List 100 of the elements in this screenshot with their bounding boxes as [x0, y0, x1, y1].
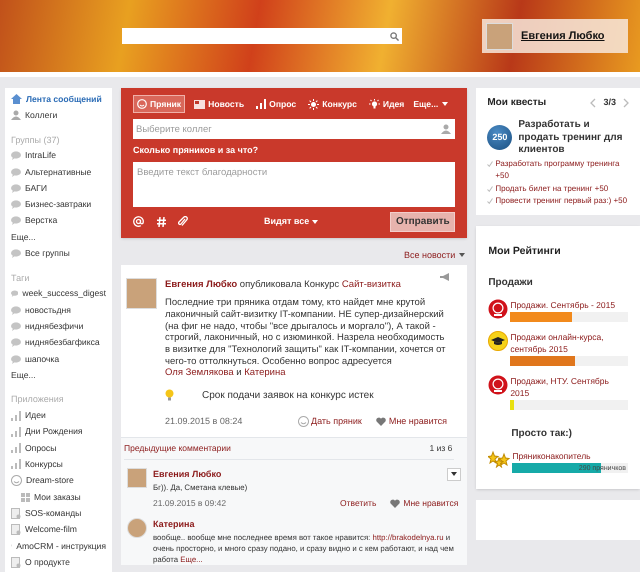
search-field[interactable] [122, 28, 402, 44]
caret-icon [312, 220, 318, 224]
give-gingerbread-button[interactable]: Дать пряник [298, 415, 362, 429]
sidebar-item[interactable]: week_success_digest [11, 286, 106, 302]
lightbulb-icon [165, 389, 174, 402]
smiley-icon [137, 99, 147, 109]
sidebar-item[interactable]: Все группы [11, 245, 106, 262]
sidebar-item[interactable]: Еще... [11, 229, 106, 246]
sidebar-item[interactable]: Welcome-film [11, 522, 106, 538]
sidebar-item[interactable]: Верстка [11, 212, 106, 230]
composer-tab[interactable]: Опрос [253, 95, 300, 113]
speech-bubble-icon [11, 322, 21, 331]
rating-name: Пряниконакопитель [512, 450, 592, 462]
speech-bubble-icon [11, 338, 21, 348]
composer-tab[interactable]: Идея [366, 95, 408, 113]
bar-chart-icon [11, 410, 21, 421]
sidebar-item[interactable]: БАГИ [11, 180, 106, 196]
heart-icon [376, 417, 386, 426]
sidebar-item[interactable]: ниднябезбагфикса [11, 334, 106, 351]
comment-menu-button[interactable] [447, 468, 462, 481]
quest-title: Разработать и продать тренинг для клиентов [518, 119, 624, 156]
speech-bubble-icon [11, 151, 21, 160]
section-heading: Группы (37) [11, 134, 60, 146]
group-heading: Продажи [488, 276, 534, 290]
comment-counter: 1 из 6 [430, 442, 452, 455]
speech-bubble-icon [11, 249, 21, 258]
speech-bubble-icon [11, 216, 21, 226]
sidebar-item[interactable]: О продукте [11, 554, 106, 570]
lightbulb-icon [368, 98, 380, 110]
heart-icon [390, 499, 400, 508]
link[interactable]: Оля Землякова [165, 367, 234, 378]
sidebar-item[interactable]: Идеи [11, 407, 106, 424]
rating-name: Продажи, НТУ. Сентябрь 2015 [510, 375, 610, 400]
colleagues-field[interactable]: Выберите коллег [133, 119, 456, 139]
bar-chart-icon [11, 459, 21, 470]
rating-name: Продажи онлайн-курса, сентябрь 2015 [510, 331, 605, 356]
post-date: 21.09.2015 в 08:24 [165, 415, 242, 428]
task-text: Провести тренинг первый раз:) +50 [495, 195, 628, 207]
task-text: Разработать программу тренинга +50 [495, 158, 620, 182]
sidebar-item[interactable]: Лента сообщений [11, 91, 106, 108]
reply-link[interactable]: Ответить [340, 497, 376, 510]
bar-chart-icon [11, 426, 21, 437]
panel-title: Мои квесты [487, 96, 546, 110]
caret-icon [459, 253, 466, 258]
paperclip-icon[interactable] [178, 216, 188, 227]
user-panel[interactable]: Евгения Любко [482, 19, 628, 53]
speech-bubble-icon [11, 200, 21, 210]
smiley-icon [11, 475, 22, 486]
like-button[interactable]: Мне нравится [390, 497, 458, 510]
composer-tab[interactable]: Конкурс [305, 95, 360, 113]
section-heading: Приложения [11, 393, 65, 406]
smiley-icon [298, 416, 310, 428]
sidebar-item[interactable]: Бизнес-завтраки [11, 196, 106, 213]
sidebar-item[interactable]: AmoCRM - инструкция [11, 538, 106, 554]
sidebar-item[interactable]: ниднябезфичи [11, 318, 106, 335]
task-text: Продать билет на тренинг +50 [495, 182, 608, 195]
rating-name: Продажи. Сентябрь - 2015 [510, 299, 616, 312]
post-title: Евгения Любко опубликовала Конкурс Сайт-визитка [165, 278, 402, 292]
question-label: Сколько пряников и за что? [133, 144, 260, 157]
hashtag-icon[interactable] [157, 216, 166, 226]
page-counter: 3/3 [603, 96, 616, 109]
sidebar-item[interactable]: IntraLife [11, 148, 106, 164]
notice-text: Срок подачи заявок на конкурс истек [202, 389, 374, 404]
composer-tab[interactable]: Новость [191, 95, 248, 113]
sidebar-item[interactable]: Еще... [11, 367, 106, 384]
sidebar-item[interactable]: Dream-store [11, 472, 106, 489]
sidebar-item[interactable]: SOS-команды [11, 505, 106, 522]
sidebar-item[interactable]: Дни Рождения [11, 424, 106, 440]
avatar [126, 278, 157, 309]
group-heading: Просто так:) [510, 427, 573, 442]
grid-icon [21, 492, 30, 502]
sidebar-item[interactable]: шапочка [11, 350, 106, 368]
link[interactable]: Катерина [244, 367, 286, 378]
message-field[interactable]: Введите текст благодарности [133, 162, 456, 206]
sidebar-item[interactable]: Опросы [11, 440, 106, 456]
sidebar-item[interactable]: Альтернативные [11, 164, 106, 180]
avatar [486, 22, 513, 50]
sun-icon [308, 98, 320, 110]
like-button[interactable]: Мне нравится [376, 415, 447, 429]
news-filter[interactable]: Все новости [404, 248, 466, 262]
post-text: Последние три пряника отдам тому, кто найдет мне крутой лаконичный сайт-визитку IT-компании. НЕ супер-дизайнерский (на фиг не надо, чтобы "все дрыгалось и моргало"), А такой - строгий, лаконичный, но с изюминкой. Назрела необходимость в визитке для "Технологий защиты" как IT-компании, хочется от чего-то оттолкнуться. Особенно вопрос адресуется Оля Землякова и Катерина [165, 297, 447, 380]
previous-comments-link[interactable]: Предыдущие комментарии [124, 442, 231, 455]
send-button[interactable]: Отправить [390, 212, 456, 232]
newspaper-icon [194, 100, 206, 108]
sidebar-item[interactable]: Мои заказы [11, 488, 106, 506]
speech-bubble-icon [11, 289, 18, 298]
person-icon [441, 124, 452, 134]
section-heading: Таги [11, 272, 30, 284]
sidebar-item[interactable]: новостьдня [11, 302, 106, 318]
user-name[interactable]: Евгения Любко [521, 28, 605, 44]
at-sign-icon[interactable] [133, 216, 144, 227]
sidebar-item[interactable]: Конкурсы [11, 456, 106, 473]
visibility-selector[interactable]: Видят все [264, 214, 318, 228]
sidebar-item[interactable]: Коллеги [11, 107, 106, 124]
bar-chart-icon [11, 443, 21, 454]
points-badge: 250 [487, 125, 512, 150]
stars-icon [488, 450, 510, 468]
panel-title: Мои Рейтинги [488, 244, 562, 258]
caret-icon [451, 472, 458, 476]
more-menu[interactable]: Еще... [413, 98, 448, 110]
